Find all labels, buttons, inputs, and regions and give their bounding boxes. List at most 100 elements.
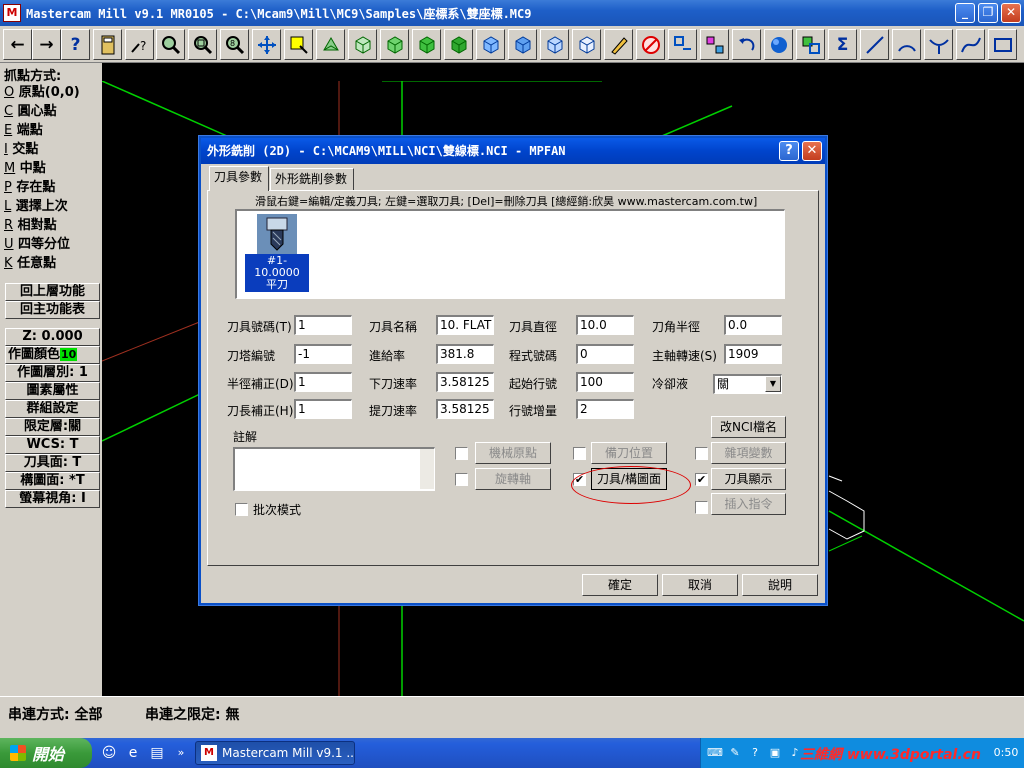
undo-icon[interactable]: [732, 29, 761, 60]
gview-button[interactable]: 螢幕視角: I: [5, 490, 100, 508]
line-icon[interactable]: [860, 29, 889, 60]
home-checkbox[interactable]: [455, 447, 468, 460]
tab-tool-parameters[interactable]: 刀具參數: [209, 166, 269, 191]
zoom-icon[interactable]: [156, 29, 185, 60]
keyboard-icon[interactable]: ⌨: [707, 745, 723, 761]
view-front-icon[interactable]: [380, 29, 409, 60]
ref-checkbox[interactable]: [573, 447, 586, 460]
menu-item-origin[interactable]: O 原點(0,0): [4, 83, 100, 102]
main-menu-button[interactable]: 回主功能表: [5, 301, 100, 319]
chevron-down-icon[interactable]: ▼: [765, 376, 781, 392]
network-icon[interactable]: ▣: [767, 745, 783, 761]
tool-number-field[interactable]: 1: [294, 315, 352, 335]
menu-item-intersect[interactable]: I 交點: [4, 140, 100, 159]
mirror-icon[interactable]: [700, 29, 729, 60]
plunge-rate-field[interactable]: 3.58125: [436, 372, 494, 392]
tool-item[interactable]: #1- 10.0000 平刀: [245, 214, 309, 292]
transform-icon[interactable]: [796, 29, 825, 60]
len-offset-field[interactable]: 1: [294, 399, 352, 419]
sum-icon[interactable]: Σ: [828, 29, 857, 60]
menu-item-relative[interactable]: R 相對點: [4, 216, 100, 235]
close-button[interactable]: ✕: [1001, 3, 1021, 23]
taskbar-item-mastercam[interactable]: M Mastercam Mill v9.1 ...: [195, 741, 355, 765]
mask-button[interactable]: 限定層:關: [5, 418, 100, 436]
tool-display-button[interactable]: 刀具顯示: [711, 468, 786, 490]
back-button[interactable]: 回上層功能: [5, 283, 100, 301]
batch-checkbox[interactable]: [235, 503, 248, 516]
corner-radius-field[interactable]: 0.0: [724, 315, 782, 335]
shading-icon[interactable]: [764, 29, 793, 60]
comment-field[interactable]: [233, 447, 435, 491]
calculator-icon[interactable]: [93, 29, 122, 60]
reference-point-button[interactable]: 備刀位置: [591, 442, 667, 464]
view-top-icon[interactable]: [348, 29, 377, 60]
pan-icon[interactable]: [252, 29, 281, 60]
translate-icon[interactable]: [668, 29, 697, 60]
arc-icon[interactable]: [892, 29, 921, 60]
rotary-axis-button[interactable]: 旋轉軸: [475, 468, 551, 490]
comment-scrollbar[interactable]: [420, 449, 434, 489]
insert-checkbox[interactable]: [695, 501, 708, 514]
dialog-help-button[interactable]: ?: [779, 141, 799, 161]
cplane-side-icon[interactable]: [540, 29, 569, 60]
dialog-close-button[interactable]: ✕: [802, 141, 822, 161]
seq-increment-field[interactable]: 2: [576, 399, 634, 419]
prev-page-button[interactable]: ←: [3, 29, 32, 60]
clock[interactable]: 0:50: [991, 745, 1021, 761]
feed-rate-field[interactable]: 381.8: [436, 344, 494, 364]
clear-color-icon[interactable]: [604, 29, 633, 60]
restore-button[interactable]: ❐: [978, 3, 998, 23]
tplane-button[interactable]: 刀具面: T: [5, 454, 100, 472]
help-button[interactable]: ?: [61, 29, 90, 60]
misc-checkbox[interactable]: [695, 447, 708, 460]
cancel-button[interactable]: 取消: [662, 574, 738, 596]
display-checkbox[interactable]: ✔: [695, 473, 708, 486]
next-page-button[interactable]: →: [32, 29, 61, 60]
level-button[interactable]: 作圖層別: 1: [5, 364, 100, 382]
more-quicklaunch-icon[interactable]: »: [172, 744, 190, 762]
program-number-field[interactable]: 0: [576, 344, 634, 364]
fillet-icon[interactable]: [924, 29, 953, 60]
help-tray-icon[interactable]: ?: [747, 745, 763, 761]
coolant-select[interactable]: 關 ▼: [713, 374, 782, 394]
home-position-button[interactable]: 機械原點: [475, 442, 551, 464]
minimize-button[interactable]: _: [955, 3, 975, 23]
menu-item-endpoint[interactable]: E 端點: [4, 121, 100, 140]
insert-command-button[interactable]: 插入指令: [711, 493, 786, 515]
wcs-button[interactable]: WCS: T: [5, 436, 100, 454]
rectangle-icon[interactable]: [988, 29, 1017, 60]
dynamic-rotate-icon[interactable]: [316, 29, 345, 60]
tool-diameter-field[interactable]: 10.0: [576, 315, 634, 335]
zoom-window-icon[interactable]: [284, 29, 313, 60]
ie-icon[interactable]: e: [124, 744, 142, 762]
groups-button[interactable]: 群組設定: [5, 400, 100, 418]
zoom-fit-icon[interactable]: 8: [220, 29, 249, 60]
color-button[interactable]: 作圖顏色10: [5, 346, 100, 364]
pen-icon[interactable]: ✎: [727, 745, 743, 761]
rotary-checkbox[interactable]: [455, 473, 468, 486]
messenger-icon[interactable]: ☺: [100, 744, 118, 762]
cplane-3d-icon[interactable]: [572, 29, 601, 60]
menu-item-quadrant[interactable]: U 四等分位: [4, 235, 100, 254]
menu-item-sketch[interactable]: K 任意點: [4, 254, 100, 273]
menu-item-last[interactable]: L 選擇上次: [4, 197, 100, 216]
tab-contour-parameters[interactable]: 外形銑削參數: [270, 168, 354, 190]
view-iso-icon[interactable]: [444, 29, 473, 60]
menu-item-midpoint[interactable]: M 中點: [4, 159, 100, 178]
retract-rate-field[interactable]: 3.58125: [436, 399, 494, 419]
rename-nci-button[interactable]: 改NCI檔名: [711, 416, 786, 438]
cplane-button[interactable]: 構圖面: *T: [5, 472, 100, 490]
menu-item-point[interactable]: P 存在點: [4, 178, 100, 197]
mastercam-icon[interactable]: M: [3, 4, 21, 22]
help-dialog-button[interactable]: 說明: [742, 574, 818, 596]
misc-values-button[interactable]: 雜項變數: [711, 442, 786, 464]
start-button[interactable]: 開始: [0, 738, 92, 768]
view-side-icon[interactable]: [412, 29, 441, 60]
tool-name-field[interactable]: 10. FLAT ENDMILL: [436, 315, 494, 335]
delete-icon[interactable]: [636, 29, 665, 60]
spline-icon[interactable]: [956, 29, 985, 60]
unzoom-icon[interactable]: [188, 29, 217, 60]
head-number-field[interactable]: -1: [294, 344, 352, 364]
tool-list[interactable]: #1- 10.0000 平刀: [235, 209, 785, 299]
attributes-button[interactable]: 圖素屬性: [5, 382, 100, 400]
